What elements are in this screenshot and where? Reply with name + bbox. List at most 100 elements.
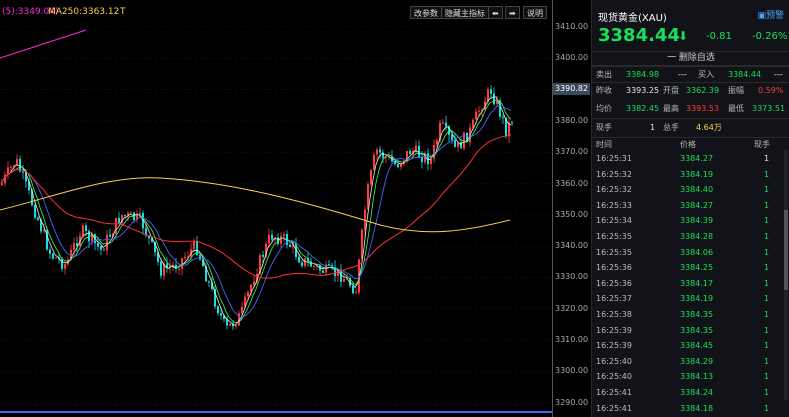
scroll-left-button[interactable]: ⬅ <box>488 6 503 19</box>
candle-body <box>283 234 285 237</box>
high-label: 最高 <box>663 104 679 113</box>
open-value: 3362.39 <box>686 86 720 95</box>
trade-vol: 1 <box>764 247 770 257</box>
price-tick-label: 3400.00 <box>555 53 589 63</box>
scrollbar-thumb[interactable] <box>784 210 788 290</box>
trade-row: 16:25:36 3384.17 1 <box>592 278 789 290</box>
trade-time: 16:25:31 <box>596 154 632 163</box>
candle-body <box>313 265 315 267</box>
trade-vol: 1 <box>764 263 770 273</box>
candle-body <box>298 256 300 263</box>
candle-body <box>49 249 51 254</box>
candle-body <box>82 225 84 236</box>
trade-price: 3384.45 <box>680 341 714 351</box>
edit-params-button[interactable]: 改参数 <box>410 6 442 19</box>
trades-scrollbar[interactable] <box>784 150 788 400</box>
trade-price: 3384.29 <box>680 356 714 366</box>
candle-body <box>103 249 105 251</box>
price-tick-label: 3380.00 <box>555 115 589 125</box>
remove-watchlist-button[interactable]: 一 删除自选 <box>592 51 789 66</box>
candle-body <box>37 217 39 220</box>
trade-vol: 1 <box>764 232 770 241</box>
trade-vol: 1 <box>764 325 770 335</box>
open-label: 开盘 <box>663 86 679 95</box>
candle-body <box>160 261 162 276</box>
candle-body <box>352 285 354 294</box>
candle-body <box>454 139 456 147</box>
alert-label: 预警 <box>765 11 784 21</box>
ma-white-line <box>0 96 512 326</box>
trade-vol: 1 <box>764 403 770 413</box>
amplitude-value: 0.59% <box>758 86 784 95</box>
trades-header: 时间 价格 现手 <box>592 139 789 151</box>
moving-average-lines <box>0 29 512 326</box>
trade-time: 16:25:35 <box>596 232 632 241</box>
buy-label: 买入 <box>698 70 714 79</box>
candle-body <box>442 122 444 124</box>
price-tick-label: 3330.00 <box>555 272 589 282</box>
trade-time: 16:25:36 <box>596 278 632 288</box>
candlestick-chart[interactable] <box>0 0 552 417</box>
ma-short-line <box>0 29 87 59</box>
trade-time: 16:25:41 <box>596 388 632 397</box>
price-change: -0.81 <box>706 31 732 42</box>
candle-body <box>511 122 513 124</box>
candle-body <box>382 152 384 158</box>
candle-body <box>427 153 429 165</box>
candle-body <box>370 170 372 185</box>
candle-body <box>220 313 222 316</box>
sell-vol: --- <box>678 70 687 79</box>
chart-grid <box>0 26 552 403</box>
candle-body <box>304 258 306 266</box>
help-button[interactable]: 说明 <box>523 6 547 19</box>
candle-body <box>247 291 249 297</box>
trade-time: 16:25:32 <box>596 185 632 195</box>
total-vol-label: 总手 <box>663 123 679 132</box>
price-tick-label: 3310.00 <box>555 335 589 344</box>
candle-body <box>328 264 330 266</box>
trade-time: 16:25:41 <box>596 403 632 413</box>
trade-time: 16:25:32 <box>596 169 632 179</box>
candle-body <box>343 278 345 282</box>
trade-price: 3384.13 <box>680 372 714 382</box>
candle-body <box>436 140 438 145</box>
price-tick-label: 3360.00 <box>555 178 589 188</box>
candle-body <box>355 292 357 294</box>
buy-value: 3384.44 <box>728 70 762 79</box>
avg-value: 3382.45 <box>626 104 660 113</box>
trade-time: 16:25:40 <box>596 372 632 382</box>
candle-body <box>100 246 102 250</box>
col-price: 价格 <box>680 140 696 149</box>
sell-value: 3384.98 <box>626 70 660 79</box>
col-vol: 现手 <box>754 140 770 149</box>
candle-body <box>193 240 195 250</box>
candle-body <box>394 161 396 165</box>
trade-time: 16:25:38 <box>596 310 632 319</box>
candle-body <box>472 119 474 128</box>
last-price: 3384.44 <box>598 25 680 46</box>
scroll-right-button[interactable]: ➡ <box>505 6 520 19</box>
candle-body <box>61 259 63 269</box>
candle-body <box>487 89 489 102</box>
candle-body <box>490 89 492 94</box>
hide-indicator-button[interactable]: 隐藏主指标 <box>441 6 489 19</box>
candle-body <box>415 145 417 151</box>
cur-vol-label: 现手 <box>596 123 612 132</box>
price-change-pct: -0.26% <box>752 31 788 42</box>
price-tick-label: 3340.00 <box>555 241 589 251</box>
trade-price: 3384.24 <box>680 388 714 397</box>
trade-time: 16:25:39 <box>596 341 632 351</box>
price-tick-label: 3410.00 <box>555 22 589 31</box>
candle-body <box>208 281 210 283</box>
instrument-title: 现货黄金(XAU) <box>598 13 667 24</box>
candle-body <box>85 225 87 232</box>
trade-price: 3384.27 <box>680 154 714 163</box>
trade-price: 3384.35 <box>680 310 714 319</box>
trade-row: 16:25:39 3384.35 1 <box>592 325 789 337</box>
candle-body <box>289 244 291 247</box>
alert-button[interactable]: ▣预警 <box>757 8 784 21</box>
trade-time: 16:25:35 <box>596 247 632 257</box>
avg-label: 均价 <box>596 104 612 113</box>
trade-price: 3384.19 <box>680 294 714 304</box>
candle-body <box>181 258 183 269</box>
